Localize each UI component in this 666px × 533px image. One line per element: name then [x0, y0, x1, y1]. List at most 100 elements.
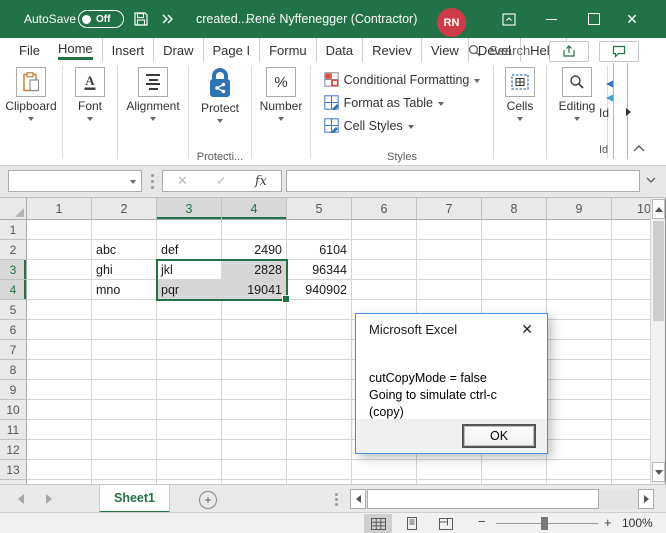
cell-r12c1[interactable]: [27, 440, 92, 460]
clipboard-button[interactable]: Clipboard: [0, 67, 65, 121]
number-button[interactable]: % Number: [252, 67, 311, 121]
cell-r4c8[interactable]: [482, 280, 547, 300]
cell-r2c10[interactable]: [612, 240, 650, 260]
protect-button[interactable]: Protect: [193, 67, 247, 123]
styles-item-conditional-formatting[interactable]: Conditional Formatting: [320, 68, 485, 91]
column-header-6[interactable]: 6: [352, 198, 417, 220]
cell-r10c2[interactable]: [92, 400, 157, 420]
close-button[interactable]: ✕: [617, 0, 647, 38]
horizontal-scroll-thumb[interactable]: [367, 489, 599, 509]
cell-r5c4[interactable]: [222, 300, 287, 320]
save-button[interactable]: [133, 0, 149, 38]
cell-r2c1[interactable]: [27, 240, 92, 260]
page-break-preview-button[interactable]: [432, 514, 460, 533]
cell-r13c2[interactable]: [92, 460, 157, 480]
cell-r3c10[interactable]: [612, 260, 650, 280]
cell-r6c1[interactable]: [27, 320, 92, 340]
cell-r3c7[interactable]: [417, 260, 482, 280]
ok-button[interactable]: OK: [463, 425, 535, 447]
cell-r13c5[interactable]: [287, 460, 352, 480]
cell-r3c1[interactable]: [27, 260, 92, 280]
cell-r4c5[interactable]: 940902: [287, 280, 352, 300]
sheet-tab-sheet1[interactable]: Sheet1: [99, 485, 170, 513]
cell-r5c9[interactable]: [547, 300, 612, 320]
ribbon-display-options-button[interactable]: [494, 0, 524, 38]
collapse-ribbon-button[interactable]: [633, 145, 645, 152]
cell-r7c3[interactable]: [157, 340, 222, 360]
maximize-button[interactable]: [579, 0, 609, 38]
tab-formu[interactable]: Formu: [260, 38, 317, 62]
column-header-7[interactable]: 7: [417, 198, 482, 220]
cell-r7c2[interactable]: [92, 340, 157, 360]
select-all-corner[interactable]: [0, 198, 27, 220]
cell-r1c4[interactable]: [222, 220, 287, 240]
cell-r1c1[interactable]: [27, 220, 92, 240]
cell-r13c3[interactable]: [157, 460, 222, 480]
tab-home[interactable]: Home: [49, 38, 103, 62]
cell-r10c10[interactable]: [612, 400, 650, 420]
column-header-2[interactable]: 2: [92, 198, 157, 220]
cell-r8c2[interactable]: [92, 360, 157, 380]
cell-r2c3[interactable]: def: [157, 240, 222, 260]
cell-r12c10[interactable]: [612, 440, 650, 460]
cell-r3c3[interactable]: jkl: [157, 260, 222, 280]
cell-r13c10[interactable]: [612, 460, 650, 480]
row-header-12[interactable]: 12: [0, 440, 27, 460]
cell-r1c6[interactable]: [352, 220, 417, 240]
search-control[interactable]: Search: [468, 38, 530, 62]
row-header-10[interactable]: 10: [0, 400, 27, 420]
cell-r2c2[interactable]: abc: [92, 240, 157, 260]
cell-r2c7[interactable]: [417, 240, 482, 260]
cell-r7c9[interactable]: [547, 340, 612, 360]
tab-draw[interactable]: Draw: [154, 38, 203, 62]
cell-r8c3[interactable]: [157, 360, 222, 380]
prev-sheet-icon[interactable]: [18, 494, 24, 504]
cell-r6c2[interactable]: [92, 320, 157, 340]
cell-r2c9[interactable]: [547, 240, 612, 260]
scroll-down-button[interactable]: [652, 462, 665, 482]
cell-r8c4[interactable]: [222, 360, 287, 380]
zoom-level[interactable]: 100%: [622, 516, 653, 530]
insert-function-icon[interactable]: fx: [255, 174, 267, 189]
editing-button[interactable]: Editing: [551, 67, 604, 121]
cell-r13c6[interactable]: [352, 460, 417, 480]
document-title[interactable]: created....: [196, 0, 252, 38]
cell-r8c10[interactable]: [612, 360, 650, 380]
cell-r3c4[interactable]: 2828: [222, 260, 287, 280]
cell-r10c9[interactable]: [547, 400, 612, 420]
cell-r3c6[interactable]: [352, 260, 417, 280]
cell-r9c5[interactable]: [287, 380, 352, 400]
cell-r1c8[interactable]: [482, 220, 547, 240]
cell-r9c10[interactable]: [612, 380, 650, 400]
cell-r6c10[interactable]: [612, 320, 650, 340]
cell-r1c10[interactable]: [612, 220, 650, 240]
autosave-toggle[interactable]: Off: [78, 10, 124, 28]
cell-r13c1[interactable]: [27, 460, 92, 480]
zoom-out-button[interactable]: −: [478, 514, 486, 529]
cell-r9c4[interactable]: [222, 380, 287, 400]
cell-r8c5[interactable]: [287, 360, 352, 380]
normal-view-button[interactable]: [364, 514, 392, 533]
row-header-2[interactable]: 2: [0, 240, 27, 260]
cell-r7c4[interactable]: [222, 340, 287, 360]
cell-r2c6[interactable]: [352, 240, 417, 260]
column-header-10[interactable]: 10: [612, 198, 650, 220]
tab-data[interactable]: Data: [317, 38, 363, 62]
cell-r11c10[interactable]: [612, 420, 650, 440]
cancel-icon[interactable]: ✕: [177, 173, 188, 189]
cells-button[interactable]: Cells: [497, 67, 543, 121]
cell-r1c7[interactable]: [417, 220, 482, 240]
column-header-9[interactable]: 9: [547, 198, 612, 220]
tab-insert[interactable]: Insert: [103, 38, 155, 62]
vertical-scrollbar[interactable]: [650, 198, 665, 484]
tabbar-resizer[interactable]: [335, 493, 338, 496]
comments-button[interactable]: [599, 41, 639, 62]
styles-item-format-as-table[interactable]: Format as Table: [320, 91, 485, 114]
expand-formula-bar-button[interactable]: [646, 177, 656, 183]
enter-icon[interactable]: ✓: [216, 173, 227, 189]
tab-page-i[interactable]: Page I: [204, 38, 261, 62]
cell-r2c4[interactable]: 2490: [222, 240, 287, 260]
avatar[interactable]: RN: [437, 8, 466, 37]
row-header-6[interactable]: 6: [0, 320, 27, 340]
cell-r2c5[interactable]: 6104: [287, 240, 352, 260]
